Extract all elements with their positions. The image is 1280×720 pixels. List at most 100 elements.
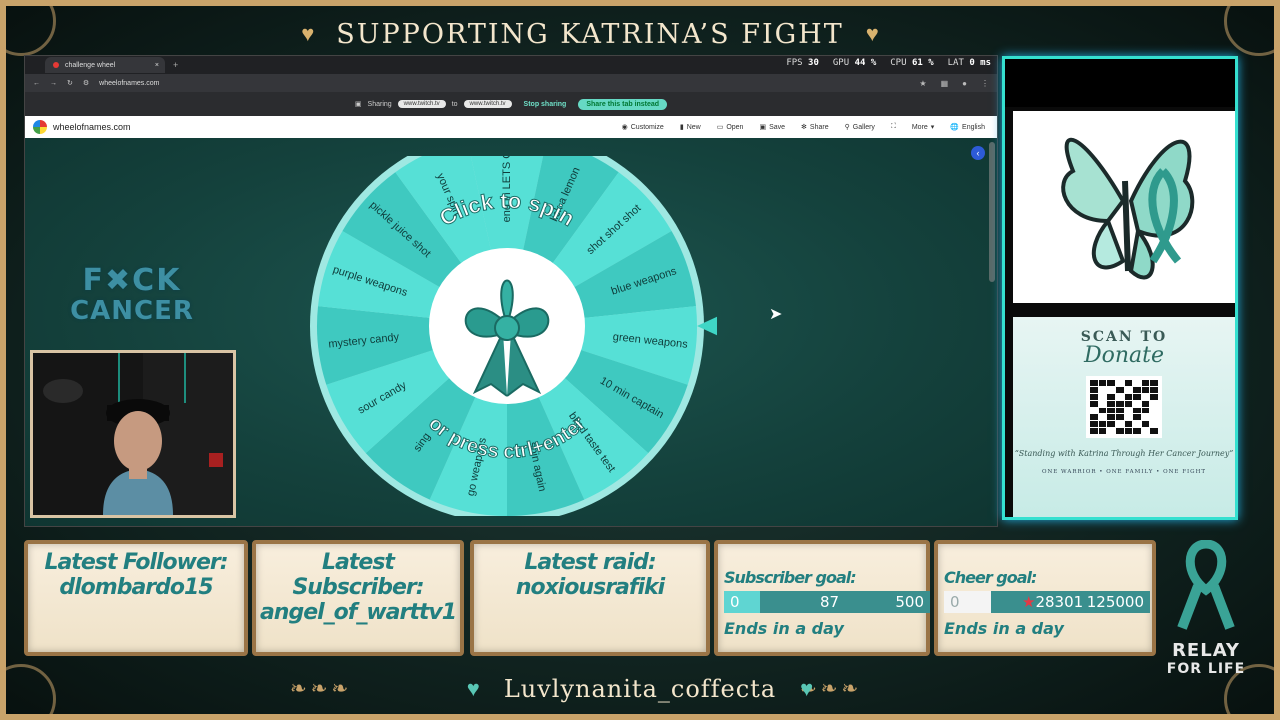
relay-line2: FOR LIFE [1166, 661, 1246, 677]
qr-module [1133, 428, 1141, 434]
qr-module [1090, 400, 1098, 407]
qr-module [1098, 393, 1107, 400]
cheer-goal-current: ★28301 [1022, 593, 1084, 611]
panel-header-strip [1005, 59, 1235, 107]
screen-share-bar: ▣ Sharing www.twitch.tv to www.twitch.tv… [25, 92, 997, 116]
menu-new[interactable]: ▮ New [679, 123, 701, 132]
perf-stats: FPS 30 GPU 44 % CPU 61 % LAT 0 ms [786, 58, 991, 68]
donate-footer: ONE WARRIOR • ONE FAMILY • ONE FIGHT [1041, 469, 1207, 475]
cheer-goal-card: Cheer goal: 0 ★28301 125000 Ends in a da… [934, 540, 1156, 656]
qr-module [1124, 428, 1133, 434]
heart-icon: ♥ [301, 21, 315, 46]
browser-tab[interactable]: challenge wheel × [45, 57, 165, 73]
qr-module [1115, 386, 1124, 393]
fps-value: 30 [808, 58, 819, 68]
qr-module [1098, 414, 1107, 421]
corner-ornament [0, 0, 56, 56]
cheer-goal-ends: Ends in a day [944, 619, 1064, 638]
site-info-icon[interactable]: ⚙ [83, 79, 89, 87]
qr-module [1107, 407, 1115, 414]
latest-follower-title: Latest Follower: [44, 550, 228, 575]
cheer-goal-start: 0 [950, 593, 960, 611]
menu-gallery[interactable]: ⚲ Gallery [845, 123, 875, 132]
forward-icon[interactable]: → [50, 80, 57, 87]
subscriber-goal-current: 87 [820, 593, 840, 611]
qr-module [1098, 428, 1107, 434]
latest-raid-card: Latest raid: noxiousrafiki [470, 540, 710, 656]
wheelofnames-logo-icon[interactable] [33, 120, 47, 134]
menu-save[interactable]: ▣ Save [759, 123, 785, 132]
stop-sharing-button[interactable]: Stop sharing [518, 99, 573, 110]
qr-module [1124, 407, 1133, 414]
latest-follower-card: Latest Follower: dlombardo15 [24, 540, 248, 656]
back-icon[interactable]: ← [33, 80, 40, 87]
cheer-goal-bar: 0 ★28301 125000 [944, 591, 1150, 613]
badge-line2: CANCER [70, 296, 194, 326]
latest-subscriber-value: angel_of_warttv1 [259, 600, 457, 625]
subscriber-goal-card: Subscriber goal: 0 87 500 Ends in a day [714, 540, 930, 656]
qr-module [1133, 414, 1141, 421]
bookmark-star-icon[interactable]: ★ [919, 79, 926, 88]
profile-icon[interactable]: ● [962, 79, 967, 88]
fullscreen-icon[interactable]: ⛶ [891, 123, 896, 131]
save-icon: ▣ [759, 124, 767, 131]
qr-module [1150, 414, 1158, 421]
qr-module [1133, 380, 1141, 386]
qr-module [1090, 421, 1098, 428]
mouse-cursor-icon: ➤ [769, 306, 783, 323]
qr-module [1150, 428, 1158, 434]
menu-share[interactable]: ✻ Share [801, 123, 829, 132]
relay-for-life-logo: RELAY FOR LIFE [1164, 539, 1248, 680]
cheer-goal-target: 125000 [1086, 593, 1144, 611]
wheel[interactable]: end in LETS GO lick a lemon shot shot shot… [307, 129, 723, 523]
menu-open[interactable]: ▭ Open [717, 123, 744, 132]
menu-more[interactable]: More ▾ [912, 123, 934, 132]
qr-module [1150, 407, 1158, 414]
new-tab-button[interactable]: + [173, 60, 178, 70]
overlay-title: SUPPORTING KATRINA’S FIGHT [336, 18, 844, 50]
close-tab-icon[interactable]: × [155, 62, 159, 69]
qr-module [1133, 386, 1141, 393]
subscriber-goal-ends: Ends in a day [724, 619, 844, 638]
lat-value: 0 ms [969, 58, 991, 68]
qr-module [1141, 386, 1150, 393]
bow-knot [494, 315, 520, 341]
latest-follower-value: dlombardo15 [59, 575, 213, 600]
extensions-icon[interactable]: ▦ [941, 79, 949, 88]
collapse-panel-icon[interactable]: ‹ [971, 146, 985, 160]
wheelofnames-site-title[interactable]: wheelofnames.com [53, 122, 131, 132]
menu-language[interactable]: 🌐 English [950, 123, 985, 132]
qr-module [1098, 421, 1107, 428]
qr-module [1141, 421, 1150, 428]
ribbon-icon [1177, 539, 1235, 630]
wheel-svg[interactable]: end in LETS GO lick a lemonshot shot shot… [307, 129, 723, 523]
subscriber-goal-target: 500 [895, 593, 924, 611]
menu-customize[interactable]: ◉ Customize [622, 123, 664, 132]
subscriber-goal-bar: 0 87 500 [724, 591, 930, 613]
share-icon: ✻ [801, 124, 807, 131]
sharing-label: Sharing [367, 100, 392, 108]
browser-menu-icon[interactable]: ⋮ [981, 79, 989, 88]
qr-module [1141, 380, 1150, 386]
f-cancer-badge: F✖CK CANCER [62, 266, 202, 332]
donate-qr-code[interactable] [1086, 376, 1162, 438]
file-icon: ▮ [679, 124, 684, 131]
scrollbar[interactable] [989, 142, 995, 282]
qr-module [1124, 400, 1133, 407]
reload-icon[interactable]: ↻ [67, 79, 73, 87]
qr-module [1115, 428, 1124, 434]
qr-module [1133, 421, 1141, 428]
browser-tabbar: challenge wheel × + FPS 30 GPU 44 % CPU … [25, 56, 997, 74]
url-field[interactable]: wheelofnames.com [99, 80, 159, 87]
qr-module [1090, 380, 1098, 386]
qr-module [1124, 393, 1133, 400]
qr-module [1133, 400, 1141, 407]
star-icon: ★ [1022, 593, 1036, 611]
qr-module [1115, 407, 1124, 414]
share-this-tab-button[interactable]: Share this tab instead [578, 98, 668, 110]
relay-line1: RELAY [1172, 640, 1240, 661]
qr-module [1150, 380, 1158, 386]
wheelofnames-menu: ◉ Customize ▮ New ▭ Open ▣ Save ✻ Share ⚲ Gall… [622, 123, 985, 131]
qr-module [1107, 386, 1115, 393]
butterfly-ribbon-icon [1061, 137, 1195, 280]
